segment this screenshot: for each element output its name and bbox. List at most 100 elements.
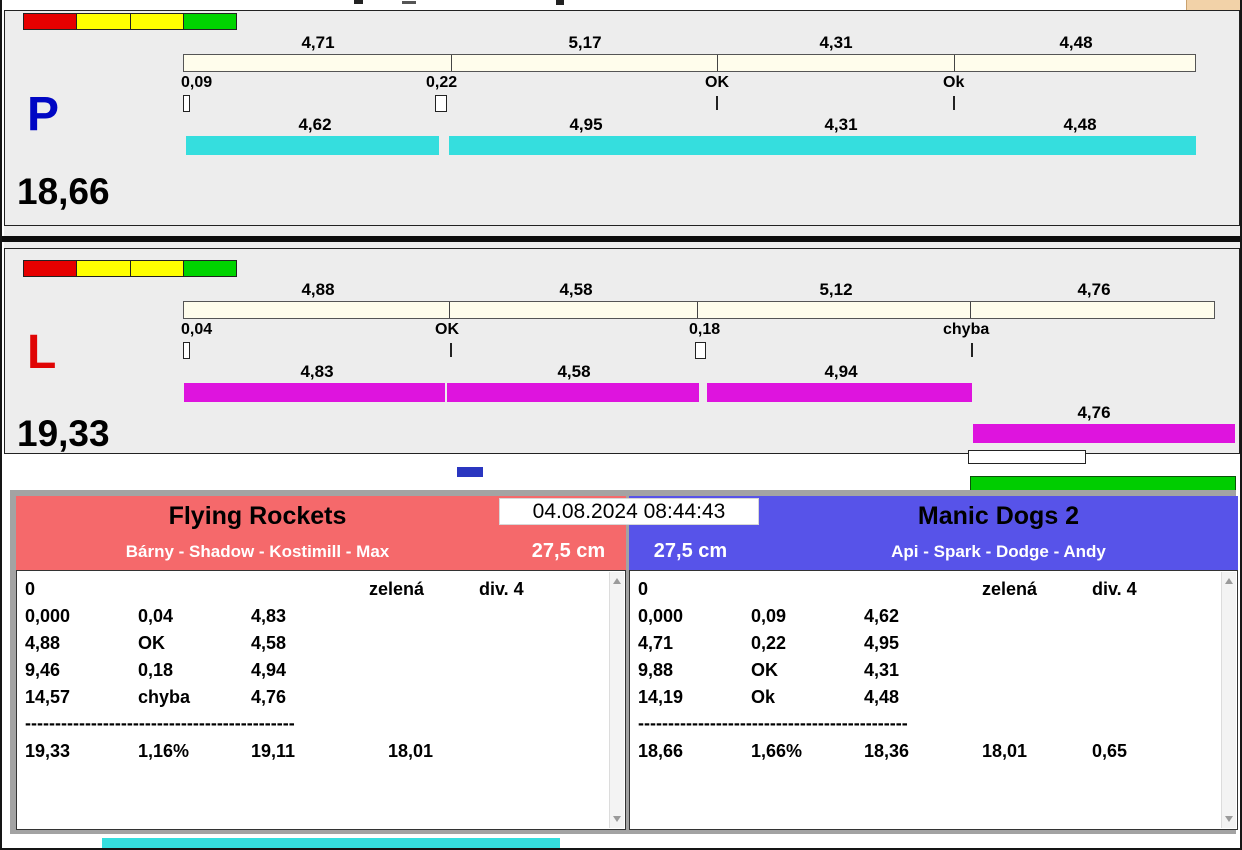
datetime-display: 04.08.2024 08:44:43 — [499, 498, 759, 525]
split-bar-track — [183, 54, 1196, 72]
dog-run-bar — [186, 136, 439, 155]
log-cell: zelená — [982, 579, 1038, 599]
change-label: 0,04 — [181, 321, 213, 338]
start-light-indicator — [23, 13, 237, 30]
indicator-yellow-segment — [130, 13, 184, 30]
scroll-up-icon[interactable] — [1225, 578, 1233, 584]
scrollbar[interactable] — [1221, 572, 1236, 828]
log-cell: 4,62 — [864, 606, 900, 626]
change-marker — [183, 95, 190, 112]
team-name: Flying Rockets — [168, 502, 347, 530]
window-artifact — [556, 0, 564, 5]
split-time: 4,83 — [300, 362, 334, 381]
change-label: 0,09 — [181, 74, 213, 91]
log-separator: ----------------------------------------… — [638, 713, 908, 733]
bar-divider — [970, 302, 971, 318]
summary-net-time: 18,36 — [864, 741, 910, 761]
lane-panel-p: 4,71 5,17 4,31 4,48 0,09 0,22 OK Ok 4,62… — [4, 10, 1240, 226]
log-cell: 0,000 — [638, 606, 684, 626]
team-members: Api - Spark - Dodge - Andy — [891, 542, 1106, 561]
summary-best-time: 18,01 — [982, 741, 1028, 761]
log-separator: ----------------------------------------… — [25, 713, 295, 733]
log-cell: 4,58 — [251, 633, 287, 653]
pending-run-box — [968, 450, 1086, 464]
log-cell: 4,88 — [25, 633, 61, 653]
summary-diff: 0,65 — [1092, 741, 1128, 761]
log-cell: 4,76 — [251, 687, 287, 707]
log-cell: 0,09 — [751, 606, 787, 626]
change-label: OK — [705, 74, 729, 91]
split-time: 4,48 — [1059, 33, 1093, 52]
log-cell: 4,31 — [864, 660, 900, 680]
indicator-yellow-segment — [77, 260, 131, 277]
log-cell: 4,83 — [251, 606, 287, 626]
log-cell: 0 — [25, 579, 36, 599]
window-artifact — [402, 1, 416, 4]
split-time: 4,48 — [1063, 115, 1097, 134]
run-log-left[interactable]: 0 zelená div. 4 0,000 0,04 4,83 4,88 OK … — [16, 570, 626, 830]
team-name: Manic Dogs 2 — [917, 502, 1080, 530]
lane-total-time: 19,33 — [17, 413, 110, 454]
split-time: 4,31 — [819, 33, 853, 52]
dog-run-bar — [707, 383, 972, 402]
split-time: 4,94 — [824, 362, 858, 381]
summary-percent: 1,16% — [138, 741, 190, 761]
run-log-right[interactable]: 0 zelená div. 4 0,000 0,09 4,62 4,71 0,2… — [629, 570, 1238, 830]
indicator-yellow-segment — [77, 13, 131, 30]
bar-divider — [697, 302, 698, 318]
split-time: 4,58 — [557, 362, 591, 381]
dog-run-bar — [973, 424, 1235, 443]
split-time: 4,62 — [298, 115, 332, 134]
split-time: 4,71 — [301, 33, 335, 52]
dog-run-bar — [959, 136, 1196, 155]
log-cell: Ok — [751, 687, 776, 707]
log-cell: 4,48 — [864, 687, 900, 707]
running-dog-bar — [970, 476, 1236, 491]
dog-run-bar — [449, 136, 719, 155]
log-cell: 14,19 — [638, 687, 684, 707]
team-members: Bárny - Shadow - Kostimill - Max — [125, 542, 390, 561]
log-cell: chyba — [138, 687, 191, 707]
scrollbar[interactable] — [609, 572, 624, 828]
change-marker — [183, 342, 190, 359]
start-light-indicator — [23, 260, 237, 277]
lane-panel-l: 4,88 4,58 5,12 4,76 0,04 OK 0,18 chyba 4… — [4, 248, 1240, 454]
indicator-yellow-segment — [130, 260, 184, 277]
jump-height: 27,5 cm — [653, 540, 728, 562]
dog-run-bar — [184, 383, 445, 402]
indicator-green-segment — [183, 13, 237, 30]
scroll-up-icon[interactable] — [613, 578, 621, 584]
summary-total: 19,33 — [25, 741, 71, 761]
log-cell: 9,46 — [25, 660, 61, 680]
app-window: 4,71 5,17 4,31 4,48 0,09 0,22 OK Ok 4,62… — [0, 0, 1242, 850]
change-label: chyba — [943, 321, 990, 338]
summary-best-time: 18,01 — [388, 741, 434, 761]
change-tick — [953, 96, 955, 110]
log-cell: 14,57 — [25, 687, 71, 707]
scroll-down-icon[interactable] — [613, 816, 621, 822]
indicator-red-segment — [23, 13, 78, 30]
scroll-down-icon[interactable] — [1225, 816, 1233, 822]
log-cell: div. 4 — [1092, 579, 1137, 599]
change-label: OK — [435, 321, 459, 338]
change-label: Ok — [943, 74, 965, 91]
progress-dash — [457, 467, 483, 477]
change-label: 0,22 — [426, 74, 458, 91]
log-cell: 4,71 — [638, 633, 674, 653]
log-cell: 4,94 — [251, 660, 287, 680]
log-cell: 0,000 — [25, 606, 71, 626]
split-bar-track — [183, 301, 1215, 319]
split-time: 4,31 — [824, 115, 858, 134]
split-time: 4,95 — [569, 115, 603, 134]
bottom-progress-bar — [102, 838, 560, 848]
log-cell: OK — [138, 633, 165, 653]
log-cell: div. 4 — [479, 579, 524, 599]
summary-net-time: 19,11 — [251, 741, 296, 761]
bar-divider — [954, 55, 955, 71]
log-cell: 0 — [638, 579, 649, 599]
bar-divider — [449, 302, 450, 318]
log-cell: 9,88 — [638, 660, 674, 680]
log-cell: OK — [751, 660, 778, 680]
bar-divider — [451, 55, 452, 71]
window-artifact — [354, 0, 363, 4]
